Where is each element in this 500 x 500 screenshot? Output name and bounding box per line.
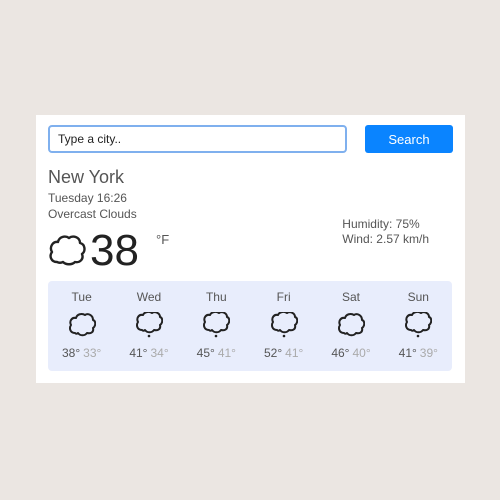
forecast-strip: Tue 38°33° Wed 41°34° Thu 45°41° Fri bbox=[48, 281, 452, 371]
forecast-day-name: Sun bbox=[407, 290, 429, 304]
forecast-low: 34° bbox=[150, 346, 169, 360]
forecast-day: Thu 45° 41° bbox=[183, 281, 250, 371]
forecast-low: 41° bbox=[217, 346, 236, 360]
forecast-high: 41° bbox=[129, 346, 148, 360]
current-temperature: 38 bbox=[90, 226, 139, 275]
forecast-high: 41° bbox=[398, 346, 417, 360]
cloud-icon bbox=[68, 312, 96, 338]
cloud-drizzle-icon bbox=[135, 310, 164, 338]
forecast-day: Sat 46° 40° bbox=[317, 281, 384, 371]
forecast-day: Wed 41° 34° bbox=[115, 281, 182, 371]
cloud-drizzle-icon bbox=[270, 310, 298, 338]
forecast-high: 46° bbox=[331, 346, 350, 360]
city-search-input[interactable] bbox=[48, 125, 347, 153]
forecast-high: 38° bbox=[62, 346, 81, 360]
forecast-day: Tue 38° 33° bbox=[48, 281, 115, 371]
weather-details: Humidity: 75% Wind: 2.57 km/h bbox=[342, 217, 429, 247]
cloud-icon bbox=[337, 312, 366, 338]
forecast-day: Sun 41° 39° bbox=[385, 281, 452, 371]
forecast-low: 40° bbox=[352, 346, 371, 360]
search-button[interactable]: Search bbox=[365, 125, 453, 153]
forecast-day: Fri 52° 41° bbox=[250, 281, 317, 371]
forecast-day-name: Tue bbox=[71, 290, 92, 304]
cloud-icon bbox=[48, 233, 86, 272]
forecast-low: 39° bbox=[419, 346, 438, 360]
cloud-drizzle-icon bbox=[404, 310, 433, 338]
forecast-low: 41° bbox=[285, 346, 304, 360]
humidity: Humidity: 75% bbox=[342, 217, 420, 231]
weather-card: Search New York Tuesday 16:26 Overcast C… bbox=[36, 115, 465, 383]
wind-speed: Wind: 2.57 km/h bbox=[342, 232, 429, 246]
temperature-unit-toggle[interactable]: °F bbox=[156, 232, 169, 247]
forecast-high: 52° bbox=[263, 346, 283, 360]
forecast-day-name: Fri bbox=[276, 290, 291, 304]
forecast-day-name: Wed bbox=[136, 290, 162, 304]
cloud-drizzle-icon bbox=[202, 310, 231, 338]
forecast-high: 45° bbox=[196, 346, 215, 360]
date-time: Tuesday 16:26 bbox=[48, 191, 127, 205]
search-bar: Search bbox=[48, 125, 453, 153]
forecast-low: 33° bbox=[83, 346, 102, 360]
forecast-day-name: Thu bbox=[205, 290, 227, 304]
current-weather: 38 °F Humidity: 75% Wind: 2.57 km/h bbox=[48, 217, 453, 281]
city-name: New York bbox=[48, 167, 125, 187]
forecast-day-name: Sat bbox=[341, 290, 360, 304]
